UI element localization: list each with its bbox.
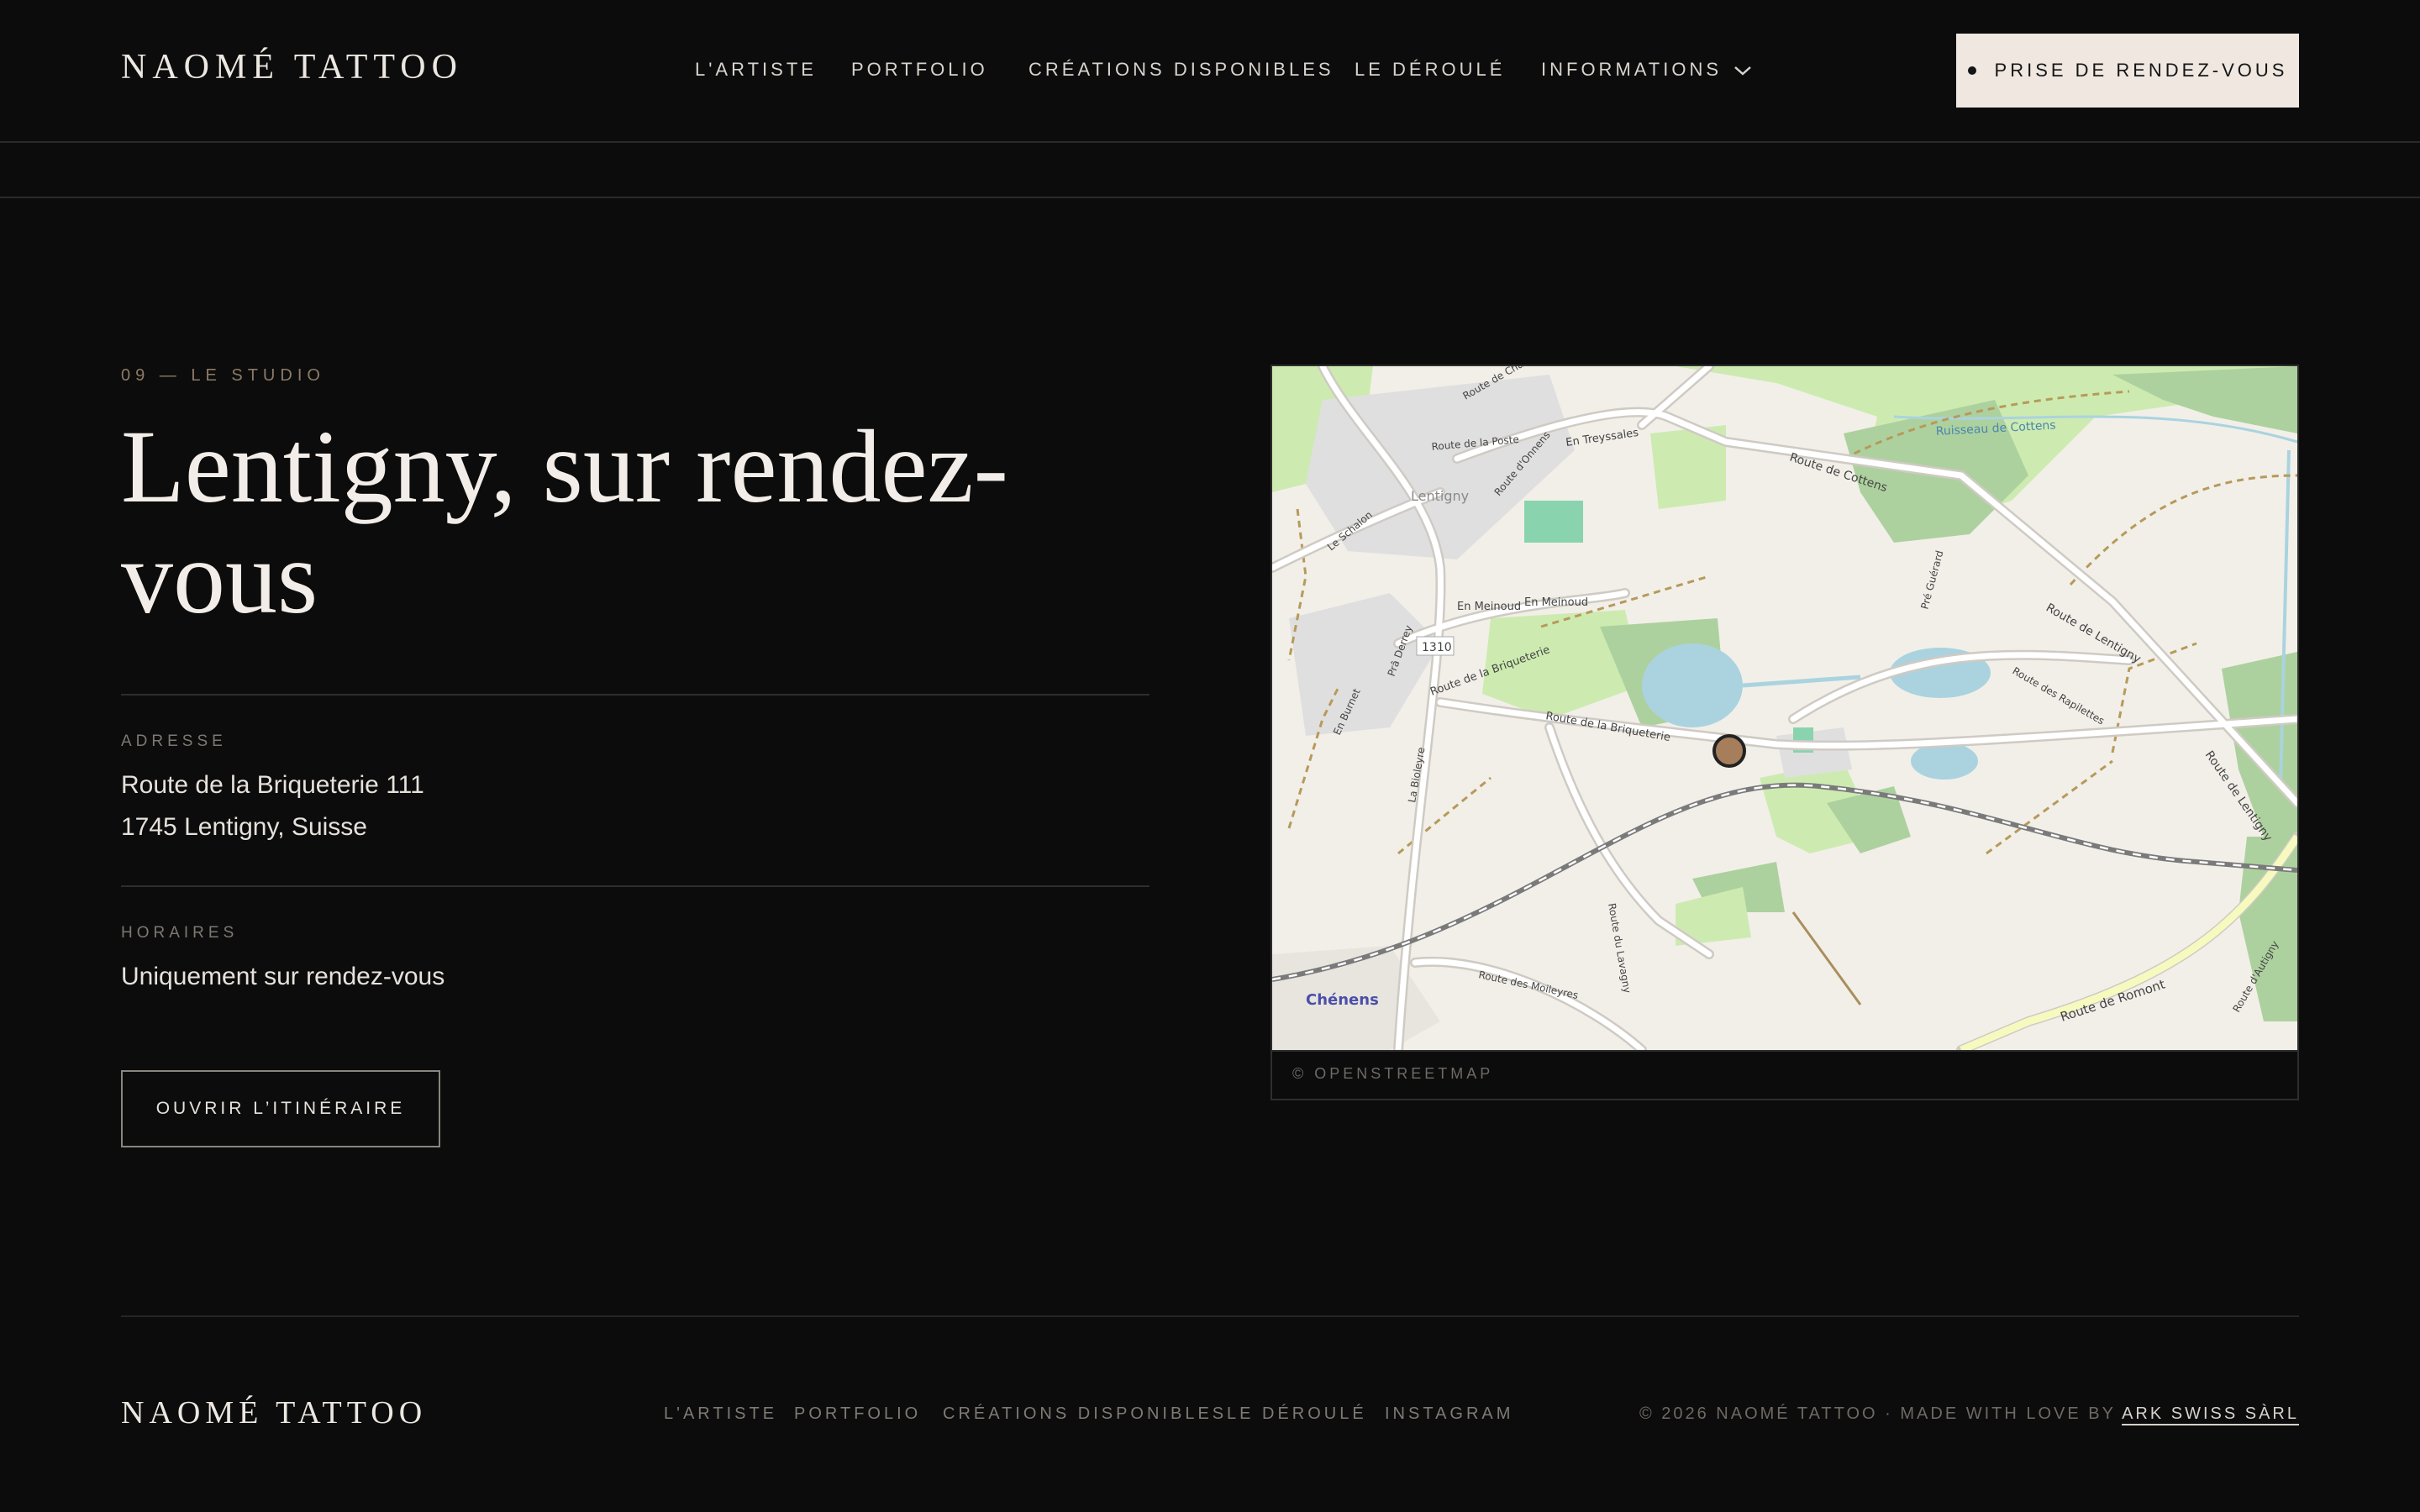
footer-copyright: © 2026 NAOMÉ TATTOO · MADE WITH LOVE BY … bbox=[1639, 1404, 2299, 1424]
chevron-down-icon bbox=[1733, 60, 1752, 81]
address-label: ADRESSE bbox=[121, 732, 227, 750]
credit-link[interactable]: ARK SWISS SÀRL bbox=[2122, 1404, 2299, 1423]
footer-nav-artiste[interactable]: L'ARTISTE bbox=[664, 1404, 777, 1424]
map-credit[interactable]: © OPENSTREETMAP bbox=[1292, 1065, 1493, 1083]
section-eyebrow: 09 — LE STUDIO bbox=[121, 366, 325, 385]
nav-item-portfolio[interactable]: PORTFOLIO bbox=[851, 59, 988, 81]
nav-item-creations[interactable]: CRÉATIONS DISPONIBLES bbox=[1028, 59, 1334, 81]
nav-item-informations-label: INFORMATIONS bbox=[1541, 59, 1723, 80]
divider bbox=[121, 694, 1150, 696]
open-directions-button[interactable]: OUVRIR L’ITINÉRAIRE bbox=[121, 1070, 440, 1147]
footer-logo[interactable]: NAOMÉ TATTOO bbox=[121, 1394, 427, 1431]
section-title: Lentigny, sur rendez-vous bbox=[121, 409, 1008, 635]
dot-icon bbox=[1967, 66, 1976, 75]
address-line-2: 1745 Lentigny, Suisse bbox=[121, 813, 367, 841]
copyright-text: © 2026 NAOMÉ TATTOO · MADE WITH LOVE BY bbox=[1639, 1404, 2116, 1423]
address-line-1: Route de la Briqueterie 111 bbox=[121, 771, 424, 799]
booking-button-label: PRISE DE RENDEZ-VOUS bbox=[1994, 60, 2288, 81]
hours-label: HORAIRES bbox=[121, 924, 239, 942]
nav-item-deroule[interactable]: LE DÉROULÉ bbox=[1355, 59, 1505, 81]
map-label-station: Chénens bbox=[1306, 991, 1379, 1009]
site-header: NAOMÉ TATTOO L'ARTISTE PORTFOLIO CRÉATIO… bbox=[0, 0, 2420, 143]
location-marker-icon[interactable] bbox=[1712, 734, 1746, 768]
site-logo[interactable]: NAOMÉ TATTOO bbox=[121, 47, 463, 87]
map-card: Lentigny Chénens 1310 Route de Cottens R… bbox=[1270, 365, 2299, 1100]
sub-header-bar bbox=[0, 141, 2420, 198]
booking-button[interactable]: PRISE DE RENDEZ-VOUS bbox=[1956, 34, 2299, 108]
footer-nav-instagram[interactable]: INSTAGRAM bbox=[1385, 1404, 1513, 1424]
map-label-en-meinoud-2: En Meinoud bbox=[1524, 596, 1588, 609]
map-label-village: Lentigny bbox=[1411, 488, 1469, 504]
footer-nav-portfolio[interactable]: PORTFOLIO bbox=[794, 1404, 921, 1424]
footer-nav-creations[interactable]: CRÉATIONS DISPONIBLES bbox=[943, 1404, 1227, 1424]
map-label-road-number: 1310 bbox=[1422, 641, 1452, 654]
hours-value: Uniquement sur rendez-vous bbox=[121, 963, 445, 990]
map-view[interactable]: Lentigny Chénens 1310 Route de Cottens R… bbox=[1272, 366, 2297, 1050]
divider bbox=[121, 885, 1150, 887]
nav-item-informations[interactable]: INFORMATIONS bbox=[1541, 59, 1752, 81]
map-footer: © OPENSTREETMAP bbox=[1272, 1050, 2297, 1100]
footer-nav-deroule[interactable]: LE DÉROULÉ bbox=[1227, 1404, 1367, 1424]
map-graphic: Lentigny Chénens 1310 Route de Cottens R… bbox=[1272, 366, 2297, 1050]
map-label-en-meinoud: En Meinoud bbox=[1457, 601, 1521, 613]
nav-item-artiste[interactable]: L'ARTISTE bbox=[695, 59, 817, 81]
footer-divider bbox=[121, 1315, 2299, 1317]
